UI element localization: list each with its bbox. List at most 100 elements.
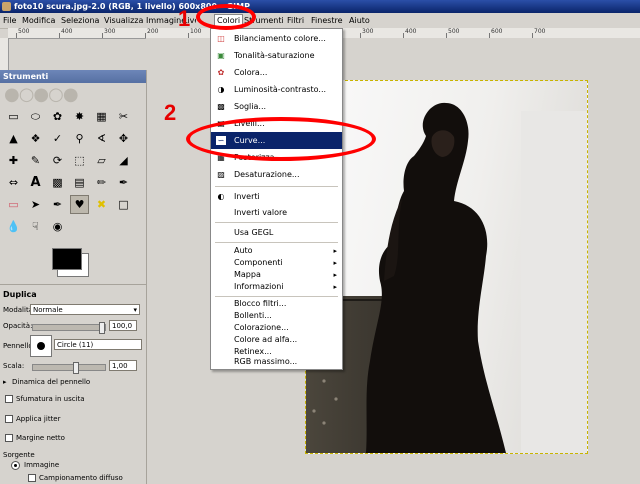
chevron-down-icon: ▾ <box>133 306 137 314</box>
text-icon[interactable]: A <box>26 173 45 192</box>
menu-item-invert-value[interactable]: Inverti valore <box>211 204 342 221</box>
menu-seleziona[interactable]: Seleziona <box>61 15 99 26</box>
opacity-value: 100,0 <box>112 322 133 330</box>
menu-item-label: Desaturazione... <box>234 170 300 179</box>
foreground-color-swatch[interactable] <box>52 248 82 270</box>
hard-edge-label: Margine netto <box>16 434 65 442</box>
menu-modifica[interactable]: Modifica <box>22 15 55 26</box>
options-divider <box>0 284 146 285</box>
scale-slider[interactable] <box>32 362 106 374</box>
eraser-icon[interactable]: ▭ <box>4 195 23 214</box>
rotate-icon[interactable]: ⟳ <box>48 151 67 170</box>
menu-item-label: Soglia... <box>234 102 267 111</box>
menu-item-colorize[interactable]: ✿ Colora... <box>211 64 342 81</box>
toolbox-panel: Strumenti ●○●○● ▭ ⬭ ✿ ✸ ▦ ✂ ▲ ❖ ✓ ⚲ ∢ ✥ … <box>0 70 147 484</box>
perspective-clone-icon[interactable]: □ <box>114 195 133 214</box>
heal-icon[interactable]: ✖ <box>92 195 111 214</box>
scale-field[interactable]: 1,00 <box>109 360 137 371</box>
menu-separator <box>215 222 338 223</box>
brush-value: Circle (11) <box>57 341 94 349</box>
ruler-label: 500 <box>18 28 30 35</box>
smudge-icon[interactable]: ☟ <box>26 217 45 236</box>
annotation-ellipse-colori <box>196 4 256 30</box>
fuzzy-select-icon[interactable]: ✸ <box>70 107 89 126</box>
opacity-slider[interactable] <box>32 322 106 334</box>
menu-item-hue-saturation[interactable]: ▣ Tonalità-saturazione <box>211 47 342 64</box>
perspective-icon[interactable]: ◢ <box>114 151 133 170</box>
opacity-slider-handle[interactable] <box>99 322 105 334</box>
menu-item-brightness-contrast[interactable]: ◑ Luminosità-contrasto... <box>211 81 342 98</box>
invert-icon: ◐ <box>217 192 225 201</box>
annotation-step-2: 2 <box>164 100 177 125</box>
measure-icon[interactable]: ∢ <box>92 129 111 148</box>
clone-icon[interactable]: ♥ <box>70 195 89 214</box>
airbrush-icon[interactable]: ➤ <box>26 195 45 214</box>
hard-edge-checkbox[interactable] <box>5 434 13 442</box>
select-by-color-icon[interactable]: ▦ <box>92 107 111 126</box>
source-image-label: Immagine <box>24 461 60 469</box>
menu-finestre[interactable]: Finestre <box>311 15 343 26</box>
fade-checkbox[interactable] <box>5 395 13 403</box>
menu-visualizza[interactable]: Visualizza <box>104 15 143 26</box>
wilber-logo: ●○●○● <box>4 84 79 105</box>
menu-aiuto[interactable]: Aiuto <box>349 15 370 26</box>
dodge-burn-icon[interactable]: ◉ <box>48 217 67 236</box>
menu-separator <box>215 242 338 243</box>
menu-item-label: Luminosità-contrasto... <box>234 85 327 94</box>
desaturate-icon: ▨ <box>217 170 225 179</box>
crop-icon[interactable]: ✎ <box>26 151 45 170</box>
menu-item-use-gegl[interactable]: Usa GEGL <box>211 224 342 241</box>
menu-item-label: Usa GEGL <box>234 228 274 237</box>
ruler-label: 400 <box>405 28 417 35</box>
pencil-icon[interactable]: ✏ <box>92 173 111 192</box>
menu-item-desaturate[interactable]: ▨ Desaturazione... <box>211 166 342 183</box>
ruler-tick <box>59 33 60 38</box>
move-icon[interactable]: ✥ <box>114 129 133 148</box>
opacity-field[interactable]: 100,0 <box>109 320 137 331</box>
ink-icon[interactable]: ✒ <box>48 195 67 214</box>
menu-file[interactable]: File <box>3 15 16 26</box>
color-picker-icon[interactable]: ✓ <box>48 129 67 148</box>
free-select-icon[interactable]: ✿ <box>48 107 67 126</box>
brush-circle-icon <box>37 342 45 350</box>
brush-preview-button[interactable] <box>30 335 52 357</box>
ruler-label: 300 <box>362 28 374 35</box>
blend-icon[interactable]: ▤ <box>70 173 89 192</box>
shear-icon[interactable]: ▱ <box>92 151 111 170</box>
ruler-label: 400 <box>61 28 73 35</box>
ruler-tick <box>102 33 103 38</box>
rect-select-icon[interactable]: ▭ <box>4 107 23 126</box>
expand-toggle-icon[interactable]: ▸ <box>3 378 7 386</box>
mode-select[interactable]: Normale ▾ <box>30 304 140 315</box>
menu-item-label: Informazioni <box>234 282 284 291</box>
bucket-fill-icon[interactable]: ▩ <box>48 173 67 192</box>
scale-icon[interactable]: ⬚ <box>70 151 89 170</box>
menu-item-label: Colora... <box>234 68 268 77</box>
source-image-radio[interactable] <box>11 461 20 470</box>
menu-separator <box>215 186 338 187</box>
menu-bar: File Modifica Seleziona Visualizza Immag… <box>0 13 640 29</box>
scissors-icon[interactable]: ✂ <box>114 107 133 126</box>
sample-merged-checkbox[interactable] <box>28 474 36 482</box>
menu-item-info[interactable]: Informazioni ▸ <box>211 280 342 294</box>
menu-item-invert[interactable]: ◐ Inverti <box>211 188 342 205</box>
foreground-select-icon[interactable]: ▲ <box>4 129 23 148</box>
menu-filtri[interactable]: Filtri <box>287 15 304 26</box>
menu-item-threshold[interactable]: ▩ Soglia... <box>211 98 342 115</box>
paths-icon[interactable]: ❖ <box>26 129 45 148</box>
align-icon[interactable]: ✚ <box>4 151 23 170</box>
zoom-icon[interactable]: ⚲ <box>70 129 89 148</box>
ruler-label: 700 <box>534 28 546 35</box>
dynamics-label[interactable]: Dinamica del pennello <box>12 378 90 386</box>
scale-slider-handle[interactable] <box>73 362 79 374</box>
jitter-checkbox[interactable] <box>5 415 13 423</box>
menu-item-max-rgb[interactable]: RGB massimo... <box>211 355 342 369</box>
flip-icon[interactable]: ⇔ <box>4 173 23 192</box>
menu-item-label: Bilanciamento colore... <box>234 34 326 43</box>
blur-icon[interactable]: 💧 <box>4 217 23 236</box>
menu-item-color-balance[interactable]: ◫ Bilanciamento colore... <box>211 30 342 47</box>
ellipse-select-icon[interactable]: ⬭ <box>26 107 45 126</box>
paintbrush-icon[interactable]: ✒ <box>114 173 133 192</box>
threshold-icon: ▩ <box>217 102 225 111</box>
brush-name-field[interactable]: Circle (11) <box>54 339 142 350</box>
